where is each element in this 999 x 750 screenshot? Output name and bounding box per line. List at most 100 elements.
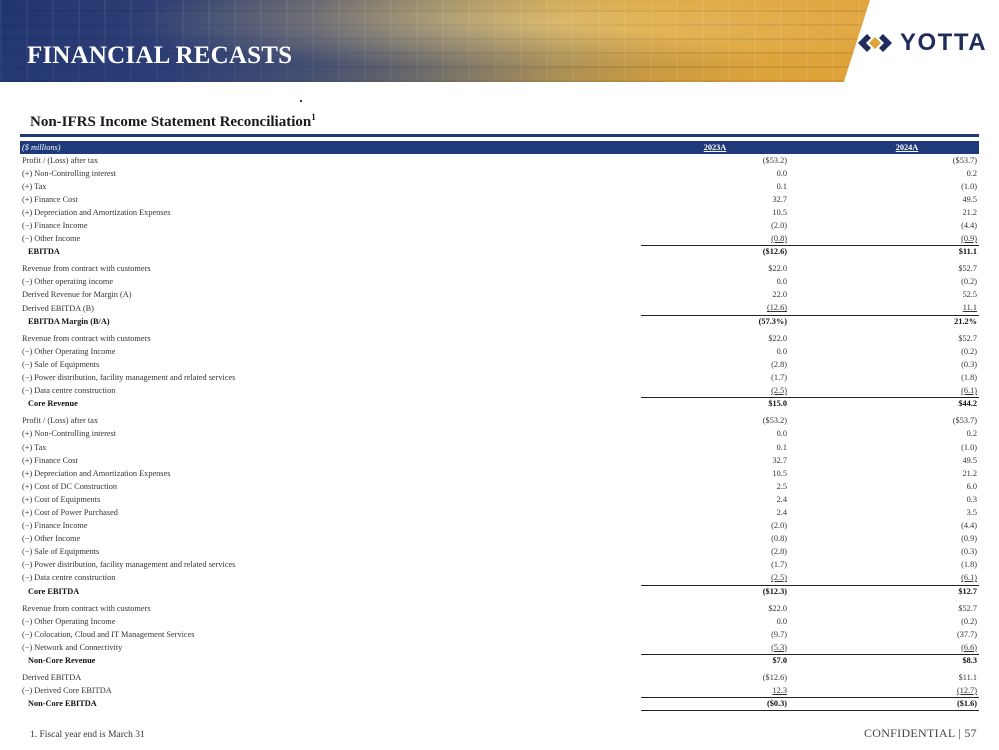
logo-wordmark: YOTTA (900, 29, 988, 56)
row-label: (−) Data centre construction (22, 573, 116, 583)
column-gap (789, 276, 835, 289)
table-row: (+) Non-Controlling interest 0.0 0.2 (20, 167, 979, 180)
column-gap (789, 572, 835, 585)
column-gap (789, 672, 835, 685)
row-label: (+) Cost of Power Purchased (22, 507, 118, 517)
column-gap (789, 697, 835, 712)
value-2023: (2.5) (771, 573, 787, 583)
value-2024: (1.0) (961, 181, 977, 191)
value-2024: $52.7 (958, 264, 977, 274)
section-divider (20, 134, 979, 137)
footnote-marker: 1 (311, 112, 316, 122)
row-label: (+) Depreciation and Amortization Expens… (22, 207, 171, 217)
row-label: (−) Derived Core EBITDA (22, 686, 112, 696)
value-2023: (57.3%) (641, 314, 789, 329)
table-row: (+) Cost of Power Purchased 2.4 3.5 (20, 506, 979, 519)
row-label: Profit / (Loss) after tax (22, 416, 99, 426)
row-label: (+) Cost of DC Construction (22, 481, 118, 491)
column-gap (789, 154, 835, 167)
value-2023: (5.3) (771, 642, 787, 652)
value-2023: 22.0 (772, 290, 787, 300)
value-2023: (12.6) (766, 303, 787, 313)
column-header-2023: 2023A (641, 141, 789, 154)
value-2024: ($1.6) (835, 697, 979, 712)
row-label: (−) Power distribution, facility managem… (22, 560, 236, 570)
table-row: (+) Finance Cost 32.7 49.5 (20, 454, 979, 467)
row-label: (+) Tax (22, 181, 47, 191)
row-label: (−) Finance Income (22, 521, 88, 531)
row-label: EBITDA (28, 247, 60, 257)
value-2024: (0.9) (961, 534, 977, 544)
value-2023: ($12.3) (641, 584, 789, 599)
value-2023: $22.0 (768, 264, 787, 274)
table-header-row: ($ millions) 2023A 2024A (20, 141, 979, 154)
units-label: ($ millions) (20, 141, 641, 154)
section-title-text: Non-IFRS Income Statement Reconciliation (30, 114, 312, 130)
row-label: Non-Core EBITDA (28, 699, 97, 709)
value-2023: 12.3 (772, 685, 787, 695)
column-gap (789, 289, 835, 302)
value-2024: (1.8) (961, 373, 977, 383)
table-row: Profit / (Loss) after tax ($53.2) ($53.7) (20, 415, 979, 428)
company-logo: YOTTA (856, 28, 987, 58)
column-gap (789, 180, 835, 193)
value-2024: 6.0 (966, 481, 977, 491)
table-row: (−) Other operating income 0.0 (0.2) (20, 276, 979, 289)
column-gap (789, 685, 835, 698)
value-2024: $52.7 (958, 333, 977, 343)
column-gap (789, 441, 835, 454)
value-2024: (0.2) (961, 616, 977, 626)
value-2024: 21.2% (835, 314, 979, 329)
column-gap (789, 245, 835, 259)
row-label: (−) Other Operating Income (22, 346, 116, 356)
table-row: (−) Data centre construction (2.5) (6.1) (20, 572, 979, 585)
value-2023: $22.0 (768, 603, 787, 613)
value-2023: (1.7) (771, 560, 787, 570)
value-2023: $15.0 (641, 397, 789, 411)
value-2024: (4.4) (961, 221, 977, 231)
table-row: Revenue from contract with customers $22.… (20, 602, 979, 615)
value-2024: (37.7) (956, 629, 977, 639)
row-label: Derived Revenue for Margin (A) (22, 290, 132, 300)
table-row: (−) Other Income (0.8) (0.9) (20, 533, 979, 546)
value-2023: (2.5) (771, 385, 787, 395)
table-row: Profit / (Loss) after tax ($53.2) ($53.7) (20, 154, 979, 167)
column-gap (789, 559, 835, 572)
value-2023: $7.0 (641, 653, 789, 668)
value-2024: $11.1 (835, 245, 979, 259)
value-2023: (2.8) (771, 359, 787, 369)
column-gap (789, 520, 835, 533)
column-gap (789, 615, 835, 628)
column-gap (789, 493, 835, 506)
value-2023: (9.7) (771, 629, 787, 639)
table-row: (−) Sale of Equipments (2.8) (0.3) (20, 546, 979, 559)
value-2024: 21.2 (962, 468, 977, 478)
row-label: (+) Depreciation and Amortization Expens… (22, 468, 171, 478)
column-gap (789, 219, 835, 232)
value-2024: ($53.7) (952, 155, 977, 165)
value-2023: 0.0 (776, 616, 787, 626)
column-gap (789, 533, 835, 546)
row-label: (+) Cost of Equipments (22, 494, 101, 504)
column-header-2024: 2024A (835, 141, 979, 154)
row-label: Derived EBITDA (22, 673, 82, 683)
table-total-row: Core Revenue $15.0 $44.2 (20, 397, 979, 411)
value-2024: (1.8) (961, 560, 977, 570)
row-label: Core Revenue (28, 399, 78, 409)
value-2023: (1.7) (771, 373, 787, 383)
row-label: (+) Non-Controlling interest (22, 429, 117, 439)
value-2024: (0.3) (961, 547, 977, 557)
table-row: (−) Data centre construction (2.5) (6.1) (20, 385, 979, 398)
column-gap (789, 263, 835, 276)
row-label: (−) Data centre construction (22, 386, 116, 396)
stray-mark (300, 100, 302, 102)
table-row: (+) Cost of DC Construction 2.5 6.0 (20, 480, 979, 493)
column-gap (789, 467, 835, 480)
row-label: (−) Finance Income (22, 221, 88, 231)
table-total-row: EBITDA Margin (B/A) (57.3%) 21.2% (20, 314, 979, 329)
value-2023: 0.0 (776, 168, 787, 178)
value-2024: (0.9) (961, 233, 977, 243)
row-label: (−) Power distribution, facility managem… (22, 373, 236, 383)
row-label: (−) Colocation, Cloud and IT Management … (22, 629, 195, 639)
table-total-row: Non-Core Revenue $7.0 $8.3 (20, 653, 979, 668)
